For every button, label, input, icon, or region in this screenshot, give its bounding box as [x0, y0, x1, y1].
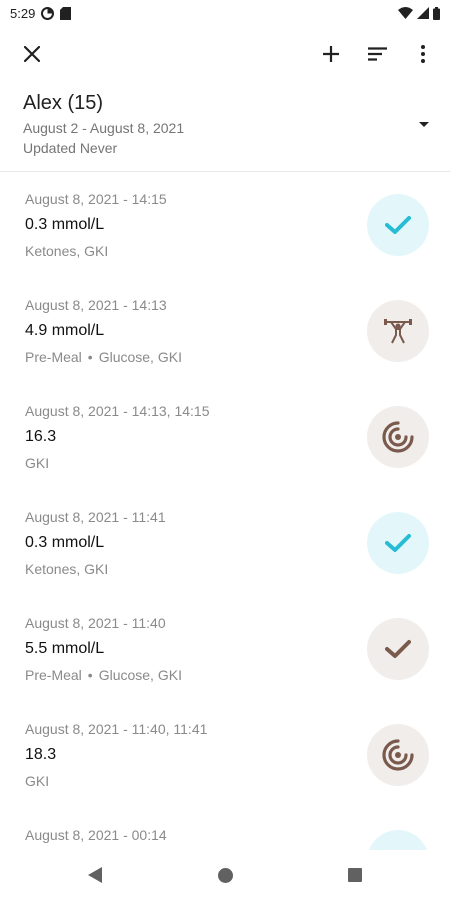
entry-tags: Pre-Meal • Glucose, GKI	[25, 348, 182, 366]
add-button[interactable]	[308, 32, 354, 76]
entry-text: August 8, 2021 - 14:15 0.3 mmol/L Ketones,…	[25, 190, 167, 260]
list-item[interactable]: August 8, 2021 - 14:13, 14:15 16.3 GKI	[0, 384, 450, 490]
toolbar	[0, 30, 450, 78]
entry-tags: Pre-Meal • Glucose, GKI	[25, 666, 182, 684]
entry-avatar	[367, 512, 429, 574]
navigation-bar	[0, 850, 450, 900]
list-item[interactable]: August 8, 2021 - 14:13 4.9 mmol/L Pre-Meal…	[0, 278, 450, 384]
signal-icon	[417, 7, 429, 19]
entry-tag: Glucose, GKI	[98, 349, 182, 365]
list-item[interactable]: August 8, 2021 - 11:40, 11:41 18.3 GKI	[0, 702, 450, 808]
sort-button[interactable]	[354, 32, 400, 76]
status-time: 5:29	[10, 5, 36, 21]
entry-date: August 8, 2021 - 14:13	[25, 297, 167, 313]
list-item[interactable]: August 8, 2021 - 00:14	[0, 808, 450, 850]
back-icon	[88, 867, 102, 883]
entry-date: August 8, 2021 - 11:41	[25, 509, 166, 525]
entry-tags: GKI	[25, 454, 209, 472]
list-item[interactable]: August 8, 2021 - 14:15 0.3 mmol/L Ketones,…	[0, 172, 450, 278]
close-icon	[24, 46, 40, 62]
entry-avatar	[367, 830, 429, 850]
entry-avatar	[367, 406, 429, 468]
entry-tags: Ketones, GKI	[25, 560, 166, 578]
list-item[interactable]: August 8, 2021 - 11:41 0.3 mmol/L Ketones,…	[0, 490, 450, 596]
status-bar: 5:29	[0, 0, 450, 26]
target-icon	[381, 738, 415, 772]
more-vert-icon	[421, 45, 425, 63]
entry-date: August 8, 2021 - 14:15	[25, 191, 167, 207]
recents-icon	[348, 868, 362, 882]
weightlifter-icon	[383, 317, 413, 345]
entry-tag: Pre-Meal	[25, 667, 82, 683]
check-icon	[385, 639, 411, 659]
entry-value: 0.3 mmol/L	[25, 534, 105, 551]
wifi-icon	[398, 7, 413, 19]
more-options-button[interactable]	[400, 32, 446, 76]
entry-text: August 8, 2021 - 14:13 4.9 mmol/L Pre-Meal…	[25, 296, 182, 366]
profile-header: Alex (15) August 2 - August 8, 2021 Upda…	[0, 88, 450, 170]
entry-tag: GKI	[25, 455, 50, 471]
entry-avatar	[367, 618, 429, 680]
entry-avatar	[367, 300, 429, 362]
entry-text: August 8, 2021 - 11:40, 11:41 18.3 GKI	[25, 720, 207, 790]
entry-text: August 8, 2021 - 11:41 0.3 mmol/L Ketones,…	[25, 508, 166, 578]
entry-value: 4.9 mmol/L	[25, 322, 105, 339]
entry-tags: GKI	[25, 772, 207, 790]
entry-avatar	[367, 724, 429, 786]
entry-tag: Ketones, GKI	[25, 243, 109, 259]
entry-tag: GKI	[25, 773, 50, 789]
entry-text: August 8, 2021 - 00:14	[25, 826, 167, 844]
check-icon	[385, 215, 411, 235]
back-button[interactable]	[82, 862, 108, 888]
tag-separator: •	[87, 667, 93, 683]
entry-text: August 8, 2021 - 14:13, 14:15 16.3 GKI	[25, 402, 209, 472]
entry-value: 16.3	[25, 428, 57, 445]
entry-value: 18.3	[25, 746, 57, 763]
entry-date: August 8, 2021 - 11:40	[25, 615, 166, 631]
entry-tag: Pre-Meal	[25, 349, 82, 365]
list-item[interactable]: August 8, 2021 - 11:40 5.5 mmol/L Pre-Meal…	[0, 596, 450, 702]
sort-icon	[367, 47, 387, 61]
data-saver-icon	[41, 6, 55, 20]
profile-dropdown-button[interactable]	[410, 110, 438, 138]
entry-text: August 8, 2021 - 11:40 5.5 mmol/L Pre-Meal…	[25, 614, 182, 684]
updated-status: Updated Never	[23, 140, 118, 156]
entry-date: August 8, 2021 - 00:14	[25, 827, 167, 843]
date-range: August 2 - August 8, 2021	[23, 120, 185, 136]
entry-avatar	[367, 194, 429, 256]
entry-value: 0.3 mmol/L	[25, 216, 105, 233]
entry-tag: Ketones, GKI	[25, 561, 109, 577]
battery-icon	[433, 6, 440, 20]
entry-date: August 8, 2021 - 11:40, 11:41	[25, 721, 208, 737]
dropdown-arrow-icon	[419, 121, 429, 127]
home-icon	[217, 867, 233, 883]
entry-tag: Glucose, GKI	[98, 667, 182, 683]
entry-value: 5.5 mmol/L	[25, 640, 105, 657]
target-icon	[381, 420, 415, 454]
entry-date: August 8, 2021 - 14:13, 14:15	[25, 403, 210, 419]
sim-icon	[60, 6, 72, 20]
tag-separator: •	[87, 349, 93, 365]
recents-button[interactable]	[342, 862, 368, 888]
home-button[interactable]	[212, 862, 238, 888]
entries-list[interactable]: August 8, 2021 - 14:15 0.3 mmol/L Ketones,…	[0, 172, 450, 850]
entry-tags: Ketones, GKI	[25, 242, 167, 260]
profile-title: Alex (15)	[23, 92, 104, 114]
add-icon	[323, 46, 339, 62]
check-icon	[385, 533, 411, 553]
close-button[interactable]	[10, 32, 54, 76]
